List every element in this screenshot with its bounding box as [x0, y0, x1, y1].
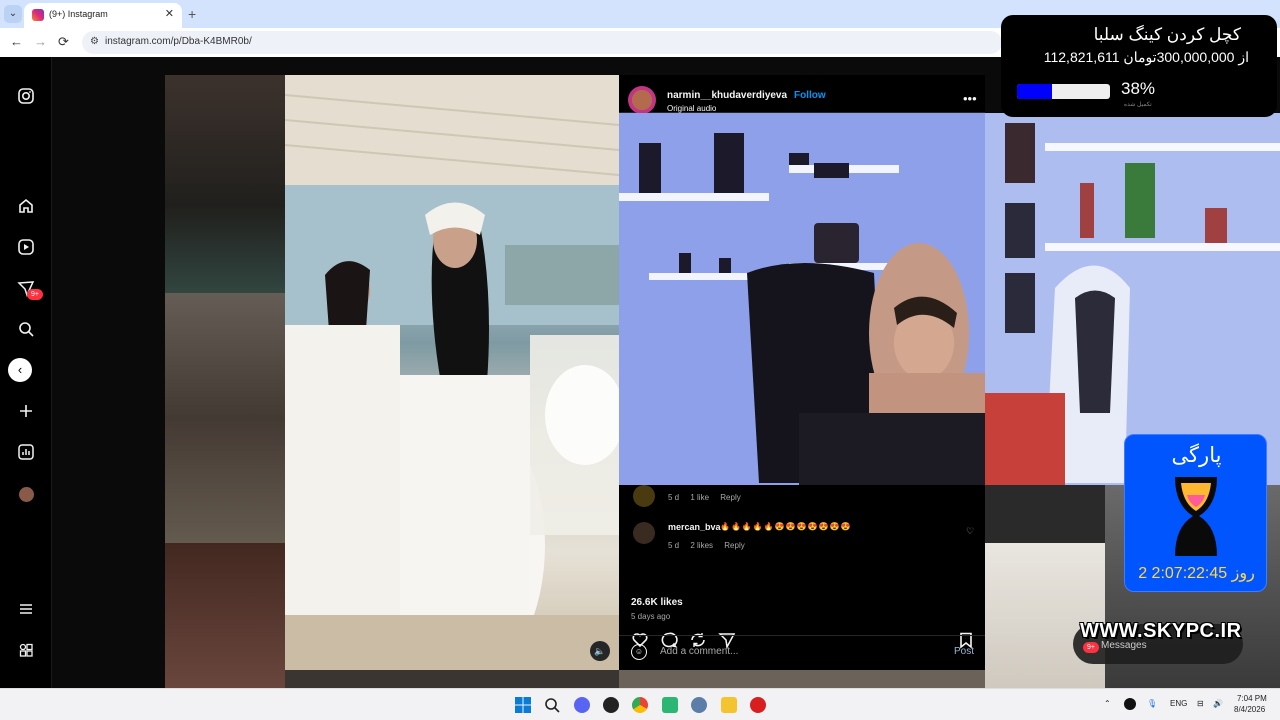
obs-icon[interactable] [603, 697, 619, 713]
tray-app-icon[interactable] [1124, 698, 1136, 710]
windows-taskbar: ⌃ 🎙 ENG ⊟ 🔊 7:04 PM 8/4/2026 [0, 688, 1280, 720]
webcam-overlay [619, 113, 985, 485]
start-icon[interactable] [515, 697, 531, 713]
microphone-icon[interactable]: 🎙 [1147, 699, 1157, 708]
feed-tile[interactable] [165, 543, 285, 688]
comment-reply-button[interactable]: Reply [724, 541, 744, 550]
new-tab-button[interactable]: + [188, 6, 196, 22]
clock-date[interactable]: 8/4/2026 [1234, 705, 1265, 714]
feed-tile[interactable] [165, 293, 285, 543]
more-options-icon[interactable]: ••• [963, 91, 977, 106]
tray-overflow-icon[interactable]: ⌃ [1104, 699, 1111, 708]
donation-progress-bar [1017, 84, 1110, 99]
discord-icon[interactable] [574, 697, 590, 713]
instagram-favicon-icon [32, 9, 44, 21]
tab-search-icon[interactable]: ⌄ [4, 5, 22, 23]
address-bar[interactable]: ⚙ instagram.com/p/Dba-K4BMR0b/ [82, 31, 1002, 54]
instagram-logo-icon[interactable] [17, 87, 35, 105]
back-button[interactable]: ← [10, 34, 23, 49]
reload-button[interactable]: ⟳ [58, 34, 69, 50]
comment-username[interactable]: mercan_bva [668, 522, 721, 532]
watermark-text: WWW.SKYPC.IR [1080, 620, 1242, 642]
webcam-overlay-right [985, 113, 1280, 485]
follow-button[interactable]: Follow [794, 90, 826, 101]
dashboard-icon[interactable] [17, 443, 35, 461]
settings-icon[interactable] [691, 697, 707, 713]
menu-icon[interactable] [17, 600, 35, 618]
comment-meta: 5 d 1 like Reply [668, 493, 750, 502]
network-icon[interactable]: ⊟ [1197, 699, 1204, 708]
post-date: 5 days ago [631, 612, 671, 621]
donation-subtitle: تکمیل شده [1124, 102, 1152, 108]
add-comment-row: ☺ Add a comment... Post [619, 635, 985, 668]
donation-percent: 38% [1121, 79, 1156, 98]
app-red-icon[interactable] [750, 697, 766, 713]
commenter-avatar[interactable] [633, 485, 655, 507]
more-apps-icon[interactable] [17, 641, 35, 659]
url-text[interactable]: instagram.com/p/Dba-K4BMR0b/ [105, 36, 252, 47]
reels-icon[interactable] [17, 238, 35, 256]
countdown-timer-widget: پارگی 2 روز 2:07:22:45 [1124, 434, 1267, 592]
feed-tile[interactable] [619, 670, 985, 688]
forward-button[interactable]: → [34, 34, 47, 49]
post-comment-button[interactable]: Post [954, 646, 974, 657]
author-username[interactable]: narmin__khudaverdiyeva [667, 90, 787, 101]
audio-label[interactable]: Original audio [667, 104, 716, 113]
donation-goal-widget: کچل کردن کینگ سلبا 112,821,611 از 300,00… [1001, 15, 1277, 117]
comment-time: 5 d [668, 541, 680, 550]
tab-title: (9+) Instagram [49, 9, 108, 19]
clock-time[interactable]: 7:04 PM [1237, 694, 1267, 703]
profile-avatar[interactable] [19, 487, 34, 502]
search-icon[interactable] [17, 320, 35, 338]
feed-tile[interactable] [165, 75, 285, 293]
app-icon[interactable] [662, 697, 678, 713]
comment-likes[interactable]: 1 like [690, 493, 709, 502]
author-avatar[interactable] [628, 86, 656, 114]
language-indicator[interactable]: ENG [1170, 699, 1187, 708]
comment-text: 🔥🔥🔥🔥🔥😍😍😍😍😍😍😍 [720, 522, 852, 531]
file-explorer-icon[interactable] [721, 697, 737, 713]
create-icon[interactable] [17, 402, 35, 420]
donation-progress-fill [1017, 84, 1053, 99]
instagram-sidebar: 9+ ‹ [0, 57, 52, 688]
chrome-icon[interactable] [632, 697, 648, 713]
comment-item: mercan_bva 🔥🔥🔥🔥🔥😍😍😍😍😍😍😍 ♡ 5 d 2 likes Re… [619, 515, 985, 555]
audio-muted-icon[interactable]: 🔈 [590, 641, 610, 661]
comment-reply-button[interactable]: Reply [720, 493, 740, 502]
post-header: narmin__khudaverdiyeva Follow Original a… [619, 75, 985, 114]
commenter-avatar[interactable] [633, 522, 655, 544]
emoji-icon[interactable]: ☺ [631, 644, 647, 660]
donation-title: کچل کردن کینگ سلبا [1093, 25, 1241, 44]
browser-tab-instagram[interactable]: (9+) Instagram ✕ [24, 3, 182, 28]
home-icon[interactable] [17, 197, 35, 215]
messages-count-badge: 9+ [1083, 642, 1099, 653]
tab-close-icon[interactable]: ✕ [165, 7, 174, 20]
feed-tile[interactable] [285, 670, 619, 688]
donation-amount: 112,821,611 از 300,000,000تومان [1043, 49, 1249, 65]
feed-tile[interactable] [985, 543, 1105, 688]
comment-like-icon[interactable]: ♡ [966, 526, 974, 537]
comment-input[interactable]: Add a comment... [660, 646, 738, 657]
messages-badge: 9+ [27, 289, 43, 300]
site-info-icon[interactable]: ⚙ [90, 36, 99, 47]
taskbar-search-icon[interactable] [544, 697, 560, 713]
comment-meta: 5 d 2 likes Reply [668, 541, 754, 550]
post-media-image[interactable] [285, 75, 619, 670]
carousel-previous-button[interactable]: ‹ [8, 358, 32, 382]
feed-tile[interactable] [985, 485, 1105, 543]
volume-icon[interactable]: 🔊 [1213, 699, 1223, 708]
timer-title: پارگی [1171, 444, 1222, 467]
hourglass-icon [1175, 477, 1217, 556]
likes-count[interactable]: 26.6K likes [631, 597, 683, 608]
timer-value: 2 روز 2:07:22:45 [1138, 565, 1255, 582]
comment-likes[interactable]: 2 likes [690, 541, 713, 550]
comment-time: 5 d [668, 493, 680, 502]
